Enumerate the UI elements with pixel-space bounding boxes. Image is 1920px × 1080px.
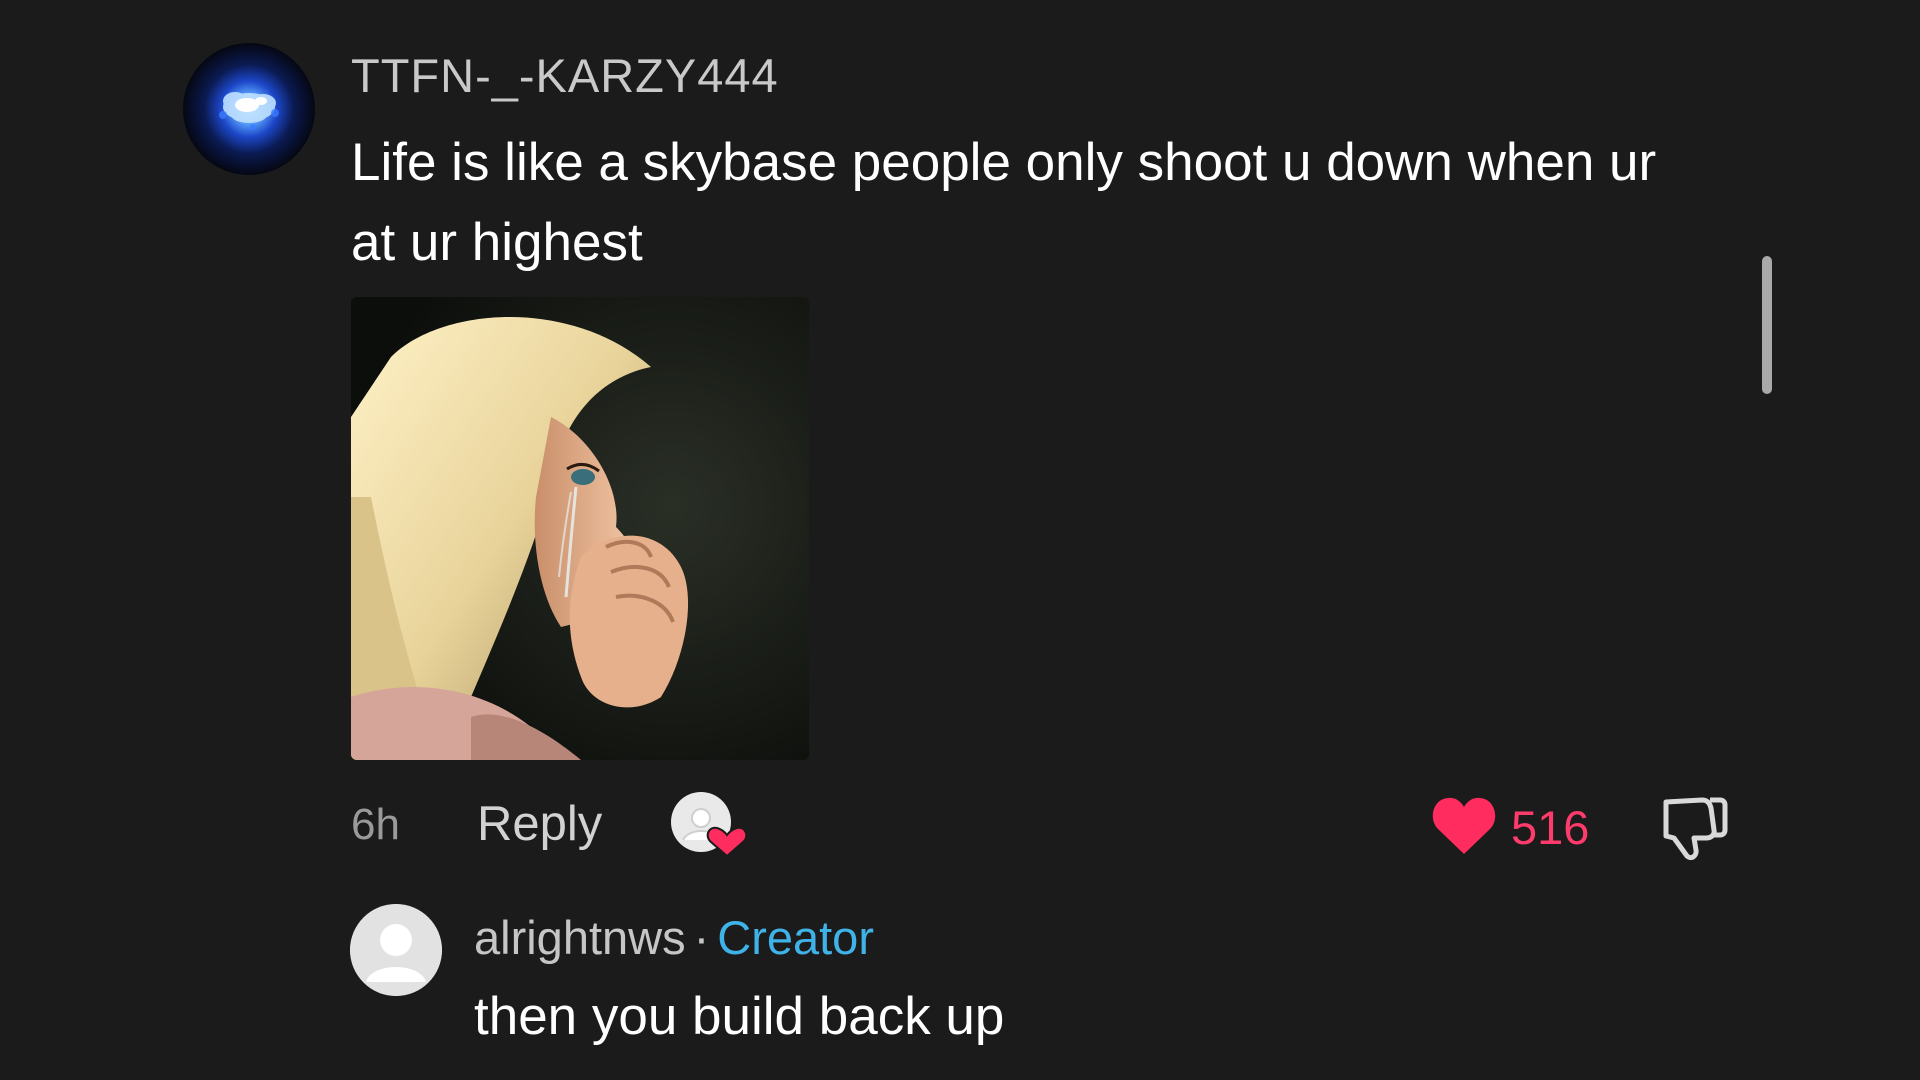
scrollbar[interactable] [1762,256,1772,394]
comment-text: Life is like a skybase people only shoot… [351,133,1657,272]
comment-image[interactable] [351,297,809,760]
creator-liked-heart-icon [671,790,749,860]
separator-dot: · [693,911,710,964]
comment-meta-row: 6h Reply 516 [351,790,1731,861]
comment-username[interactable]: TTFN-_-KARZY444 [351,48,779,103]
reply-button[interactable]: Reply [477,796,602,852]
crying-doll-image-icon [351,297,809,760]
reply-avatar[interactable] [350,904,442,996]
like-button[interactable]: 516 [1431,790,1611,860]
blue-flower-avatar-icon [219,92,279,130]
dislike-button[interactable] [1658,792,1728,861]
thumbs-down-icon [1663,797,1728,861]
creator-badge: Creator [717,911,874,964]
like-count: 516 [1511,801,1590,854]
comment-time: 6h [351,800,400,849]
heart-icon [1432,797,1496,854]
user-avatar[interactable] [183,43,315,175]
default-user-avatar-icon [350,904,442,996]
comments-screen: TTFN-_-KARZY444 Life is like a skybase p… [0,0,1920,1080]
reply-text: then you build back up [474,987,1005,1046]
reply-username[interactable]: alrightnws [474,911,686,964]
reply-username-line: alrightnws · Creator [474,910,874,965]
